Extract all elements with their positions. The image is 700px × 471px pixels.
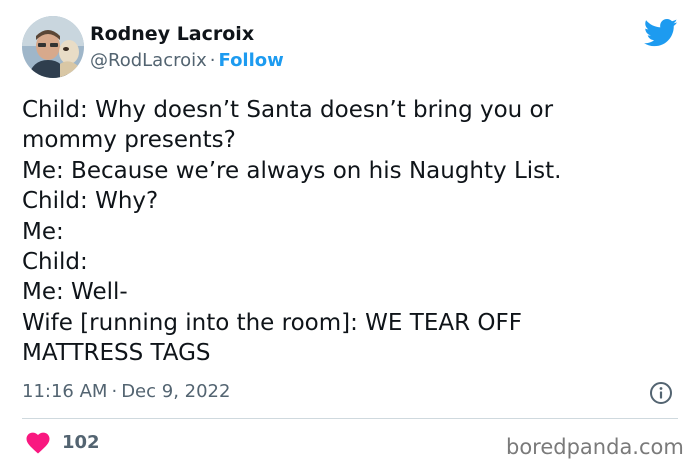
heart-icon[interactable]: [26, 432, 50, 454]
follow-button[interactable]: Follow: [219, 50, 284, 71]
avatar[interactable]: [22, 16, 84, 78]
tweet-line: Child:: [22, 249, 88, 276]
tweet-line: Me: Well-: [22, 279, 128, 306]
tweet-date: Dec 9, 2022: [121, 381, 231, 402]
tweet-time: 11:16 AM: [22, 381, 108, 402]
watermark: boredpanda.com: [506, 435, 684, 459]
tweet-line: Me: Because we’re always on his Naughty …: [22, 157, 562, 184]
divider: [22, 418, 678, 419]
tweet-line: Wife [running into the room]: WE TEAR OF…: [22, 309, 522, 336]
info-icon[interactable]: [649, 381, 673, 405]
tweet-line: Child: Why doesn’t Santa doesn’t bring y…: [22, 97, 554, 123]
tweet-line: mommy presents?: [22, 127, 236, 154]
tweet-line: Child: Why?: [22, 188, 159, 215]
separator-dot: ·: [111, 381, 118, 402]
tweet-text: Child: Why doesn’t Santa doesn’t bring y…: [22, 95, 678, 369]
tweet-line: Me:: [22, 218, 64, 245]
twitter-bird-icon[interactable]: [644, 18, 678, 48]
like-count[interactable]: 102: [62, 431, 100, 455]
author-name[interactable]: Rodney Lacroix: [90, 22, 254, 46]
separator-dot: ·: [209, 50, 216, 71]
author-handle[interactable]: @RodLacroix: [90, 50, 207, 71]
tweet-timestamp[interactable]: 11:16 AM · Dec 9, 2022: [22, 380, 230, 404]
author-handle-row: @RodLacroix · Follow: [90, 50, 284, 72]
avatar-photo: [22, 16, 84, 78]
tweet-line: MATTRESS TAGS: [22, 340, 211, 367]
